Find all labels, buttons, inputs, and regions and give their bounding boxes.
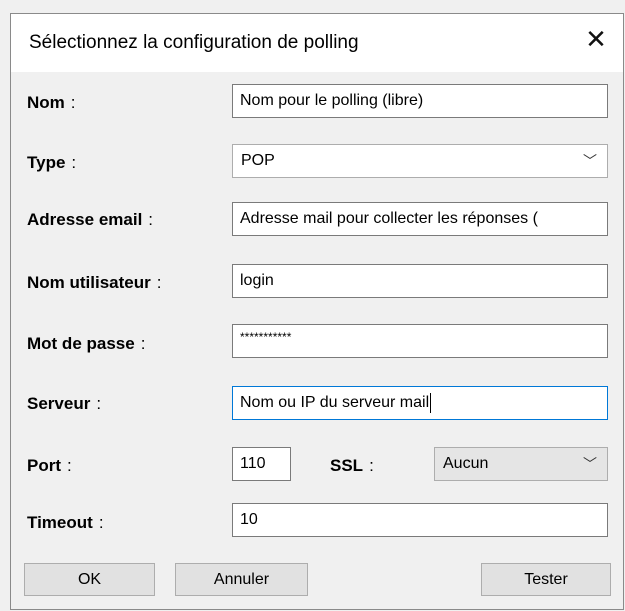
polling-config-dialog: Sélectionnez la configuration de polling… xyxy=(10,13,624,610)
title-bar: Sélectionnez la configuration de polling… xyxy=(11,14,623,72)
server-label: Serveur: xyxy=(27,394,102,413)
server-input[interactable]: Nom ou IP du serveur mail xyxy=(232,386,608,420)
dialog-title: Sélectionnez la configuration de polling xyxy=(29,32,359,53)
timeout-label: Timeout: xyxy=(27,513,104,532)
ok-button[interactable]: OK xyxy=(24,563,155,596)
type-select-value: POP xyxy=(241,152,275,169)
test-button[interactable]: Tester xyxy=(481,563,611,596)
type-select[interactable]: POP ﹀ xyxy=(232,144,608,178)
email-input[interactable]: Adresse mail pour collecter les réponses… xyxy=(232,202,608,236)
chevron-down-icon: ﹀ xyxy=(583,153,597,169)
port-input[interactable]: 110 xyxy=(232,447,291,481)
user-input[interactable]: login xyxy=(232,264,608,298)
ssl-select-value: Aucun xyxy=(443,455,489,472)
cancel-button[interactable]: Annuler xyxy=(175,563,308,596)
ssl-select[interactable]: Aucun ﹀ xyxy=(434,447,608,481)
ssl-label: SSL: xyxy=(330,456,374,475)
nom-input[interactable]: Nom pour le polling (libre) xyxy=(232,84,608,118)
port-label: Port: xyxy=(27,456,72,475)
user-label: Nom utilisateur: xyxy=(27,273,162,292)
password-label: Mot de passe: xyxy=(27,334,146,353)
email-label: Adresse email: xyxy=(27,210,154,229)
timeout-input[interactable]: 10 xyxy=(232,503,608,537)
text-caret xyxy=(430,392,432,413)
close-icon[interactable]: ✕ xyxy=(583,26,609,52)
nom-label: Nom: xyxy=(27,93,76,112)
type-label: Type: xyxy=(27,153,77,172)
server-input-value: Nom ou IP du serveur mail xyxy=(240,394,430,411)
password-input[interactable]: *********** xyxy=(232,324,608,358)
chevron-down-icon: ﹀ xyxy=(583,456,597,472)
